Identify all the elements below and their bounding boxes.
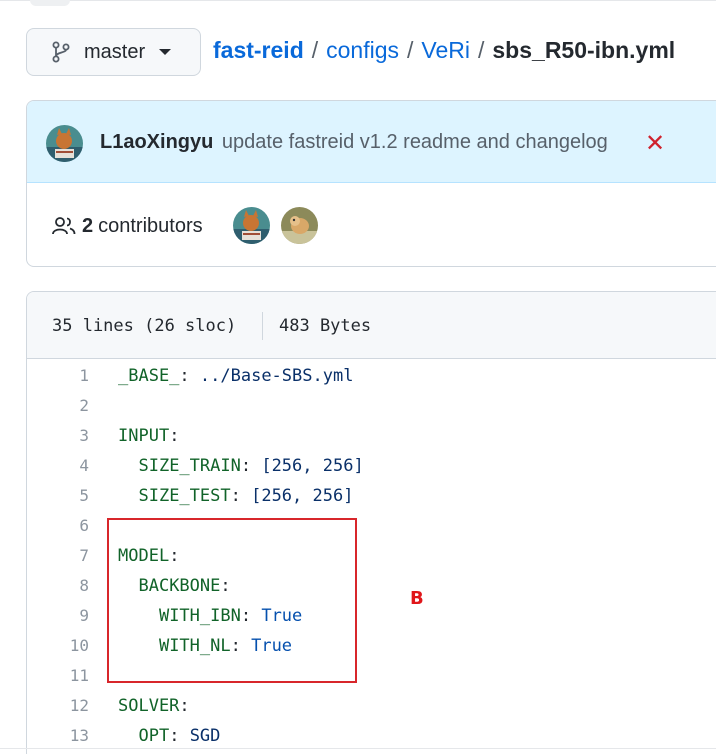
git-branch-icon	[52, 41, 70, 63]
breadcrumb: fast-reid / configs / VeRi / sbs_R50-ibn…	[213, 37, 675, 64]
x-icon[interactable]: ✕	[645, 129, 665, 158]
code-line: 13 OPT: SGD	[27, 720, 716, 750]
breadcrumb-separator: /	[407, 37, 414, 63]
file-name: sbs_R50-ibn.yml	[492, 37, 676, 63]
code-token: SIZE_TRAIN	[138, 456, 241, 476]
breadcrumb-repo-link[interactable]: fast-reid	[213, 37, 304, 64]
line-content: SIZE_TEST: [256, 256]	[118, 486, 353, 506]
line-number[interactable]: 1	[27, 366, 89, 385]
contributor-avatar[interactable]	[233, 207, 270, 244]
code-token: :	[179, 696, 190, 716]
code-token: _BASE_	[118, 366, 180, 386]
line-content: SOLVER:	[118, 696, 190, 716]
latest-commit-box: L1aoXingyu update fastreid v1.2 readme a…	[26, 100, 716, 267]
file-info-bar: 35 lines (26 sloc) 483 Bytes	[27, 292, 716, 359]
code-line: 1 _BASE_: ../Base-SBS.yml	[27, 360, 716, 390]
line-number[interactable]: 12	[27, 696, 89, 715]
code-line: 3 INPUT:	[27, 420, 716, 450]
code-token: INPUT	[118, 426, 170, 446]
line-number[interactable]: 6	[27, 516, 89, 535]
breadcrumb-separator: /	[311, 37, 319, 63]
file-size: 483 Bytes	[279, 316, 372, 336]
author-avatar[interactable]	[46, 125, 83, 162]
contributors-label: contributors	[98, 215, 203, 237]
code-line: 2	[27, 390, 716, 420]
info-divider	[262, 312, 263, 340]
code-token: :	[169, 726, 190, 746]
code-token: [256, 256]	[251, 486, 354, 506]
code-token: SIZE_TEST	[138, 486, 231, 506]
line-content: OPT: SGD	[118, 726, 220, 746]
annotation-label: B	[410, 588, 424, 609]
line-number[interactable]: 2	[27, 396, 89, 415]
line-number[interactable]: 8	[27, 576, 89, 595]
line-number[interactable]: 13	[27, 726, 89, 745]
line-number[interactable]: 3	[27, 426, 89, 445]
bottom-edge-divider	[0, 748, 716, 749]
chevron-down-icon	[159, 49, 172, 55]
code-line: 4 SIZE_TRAIN: [256, 256]	[27, 450, 716, 480]
line-content: INPUT:	[118, 426, 179, 446]
code-token: :	[169, 426, 180, 446]
code-token: [256, 256]	[261, 456, 364, 476]
branch-selector-button[interactable]: master	[26, 28, 201, 76]
file-line-count: 35 lines (26 sloc)	[52, 316, 237, 336]
top-divider	[0, 0, 716, 1]
code-token: :	[179, 366, 200, 386]
line-number[interactable]: 4	[27, 456, 89, 475]
line-number[interactable]: 10	[27, 636, 89, 655]
line-number[interactable]: 9	[27, 606, 89, 625]
contributor-avatar[interactable]	[281, 207, 318, 244]
code-line: 12 SOLVER:	[27, 690, 716, 720]
line-content: _BASE_: ../Base-SBS.yml	[118, 366, 353, 386]
breadcrumb-separator: /	[478, 37, 485, 63]
commit-author[interactable]: L1aoXingyu	[100, 131, 213, 153]
code-token: SOLVER	[118, 696, 180, 716]
code-token: SGD	[189, 726, 221, 746]
breadcrumb-configs-link[interactable]: configs	[326, 37, 399, 64]
people-icon	[52, 216, 76, 236]
line-number[interactable]: 11	[27, 666, 89, 685]
breadcrumb-veri-link[interactable]: VeRi	[421, 37, 470, 64]
commit-message[interactable]: update fastreid v1.2 readme and changelo…	[222, 131, 608, 153]
top-edge-artifact	[30, 0, 70, 6]
contributors-link[interactable]: 2 contributors	[82, 215, 203, 238]
commit-header: L1aoXingyu update fastreid v1.2 readme a…	[27, 101, 716, 183]
branch-name: master	[84, 40, 146, 63]
line-number[interactable]: 7	[27, 546, 89, 565]
code-token: ../Base-SBS.yml	[199, 366, 354, 386]
code-line: 5 SIZE_TEST: [256, 256]	[27, 480, 716, 510]
line-content: SIZE_TRAIN: [256, 256]	[118, 456, 364, 476]
contributors-count: 2	[82, 215, 94, 237]
commit-summary: L1aoXingyu update fastreid v1.2 readme a…	[100, 131, 608, 154]
code-token: OPT	[138, 726, 170, 746]
code-token: :	[240, 456, 262, 476]
contributors-row: 2 contributors	[27, 183, 716, 266]
code-token: :	[230, 486, 252, 506]
line-number[interactable]: 5	[27, 486, 89, 505]
annotation-highlight-box	[107, 518, 357, 683]
